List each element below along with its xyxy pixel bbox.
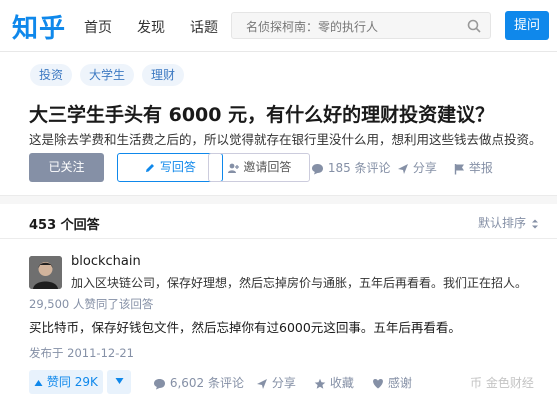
share-icon: [398, 163, 408, 174]
answer-date[interactable]: 发布于 2011-12-21: [29, 345, 134, 361]
question-share-button[interactable]: 分享: [397, 159, 437, 176]
search-placeholder: 名侦探柯南：零的执行人: [246, 20, 379, 34]
comment-icon: [312, 163, 323, 174]
answer-count: 453 个回答: [29, 218, 100, 233]
nav-home[interactable]: 首页: [84, 17, 112, 37]
main-nav: 首页 发现 话题: [84, 17, 218, 37]
pencil-icon: [146, 163, 155, 172]
thanks-button[interactable]: 感谢: [372, 374, 412, 391]
answer-comments-button[interactable]: 6,602 条评论: [153, 374, 244, 391]
sort-icon: [531, 219, 538, 228]
question-description: 这是除去学费和生活费之后的，所以觉得就存在银行里没什么用，想利用这些钱去做点投资…: [29, 132, 542, 147]
tag-finance[interactable]: 理财: [142, 64, 185, 86]
question-comments-button[interactable]: 185 条评论: [311, 159, 391, 176]
question-title[interactable]: 大三学生手头有 6000 元，有什么好的理财投资建议？: [29, 100, 494, 127]
question-report-button[interactable]: 举报: [454, 159, 493, 176]
downvote-button[interactable]: [107, 370, 131, 394]
collect-button[interactable]: 收藏: [314, 374, 354, 391]
author-name[interactable]: blockchain: [71, 254, 141, 269]
nav-topics[interactable]: 话题: [190, 17, 218, 37]
sort-dropdown[interactable]: 默认排序: [478, 214, 540, 231]
topic-tags: 投资 大学生 理财: [30, 64, 185, 86]
comment-icon: [154, 378, 165, 389]
vote-summary[interactable]: 29,500 人赞同了该回答: [29, 296, 153, 312]
top-navbar: 知乎 首页 发现 话题 名侦探柯南：零的执行人 提问: [0, 0, 557, 52]
watermark: 币 金色财经: [470, 376, 534, 390]
question-card: 投资 大学生 理财 大三学生手头有 6000 元，有什么好的理财投资建议？ 这是…: [0, 52, 557, 196]
question-actions: 已关注 写回答 邀请回答 185 条评论 分享 举报: [29, 153, 549, 183]
search-input[interactable]: 名侦探柯南：零的执行人: [231, 12, 491, 39]
invite-answer-button[interactable]: 邀请回答: [208, 153, 310, 182]
star-icon: [314, 378, 326, 389]
share-icon: [257, 378, 267, 389]
tag-invest[interactable]: 投资: [30, 64, 73, 86]
upvote-button[interactable]: 赞同 29K: [29, 370, 103, 394]
divider: [0, 238, 557, 239]
zhihu-logo[interactable]: 知乎: [12, 8, 66, 45]
ask-question-button[interactable]: 提问: [505, 11, 549, 40]
nav-discover[interactable]: 发现: [137, 17, 165, 37]
triangle-down-icon: [115, 378, 123, 384]
triangle-up-icon: [34, 379, 43, 386]
flag-icon: [454, 163, 464, 174]
avatar-image: [29, 256, 62, 289]
search-icon[interactable]: [466, 18, 482, 34]
invite-answer-label: 邀请回答: [243, 160, 292, 174]
author-bio: 加入区块链公司，保存好理想，然后忘掉房价与通胀，五年后再看看。我们正在招人。: [71, 276, 528, 290]
answer-content: 买比特币，保存好钱包文件，然后忘掉你有过6000元这回事。五年后再看看。: [29, 320, 461, 335]
answer-share-button[interactable]: 分享: [256, 374, 296, 391]
follow-button[interactable]: 已关注: [29, 153, 104, 182]
heart-icon: [373, 379, 383, 389]
add-user-icon: [227, 163, 239, 173]
write-answer-label: 写回答: [159, 160, 196, 174]
author-avatar[interactable]: [29, 256, 62, 289]
tag-college-student[interactable]: 大学生: [80, 64, 135, 86]
